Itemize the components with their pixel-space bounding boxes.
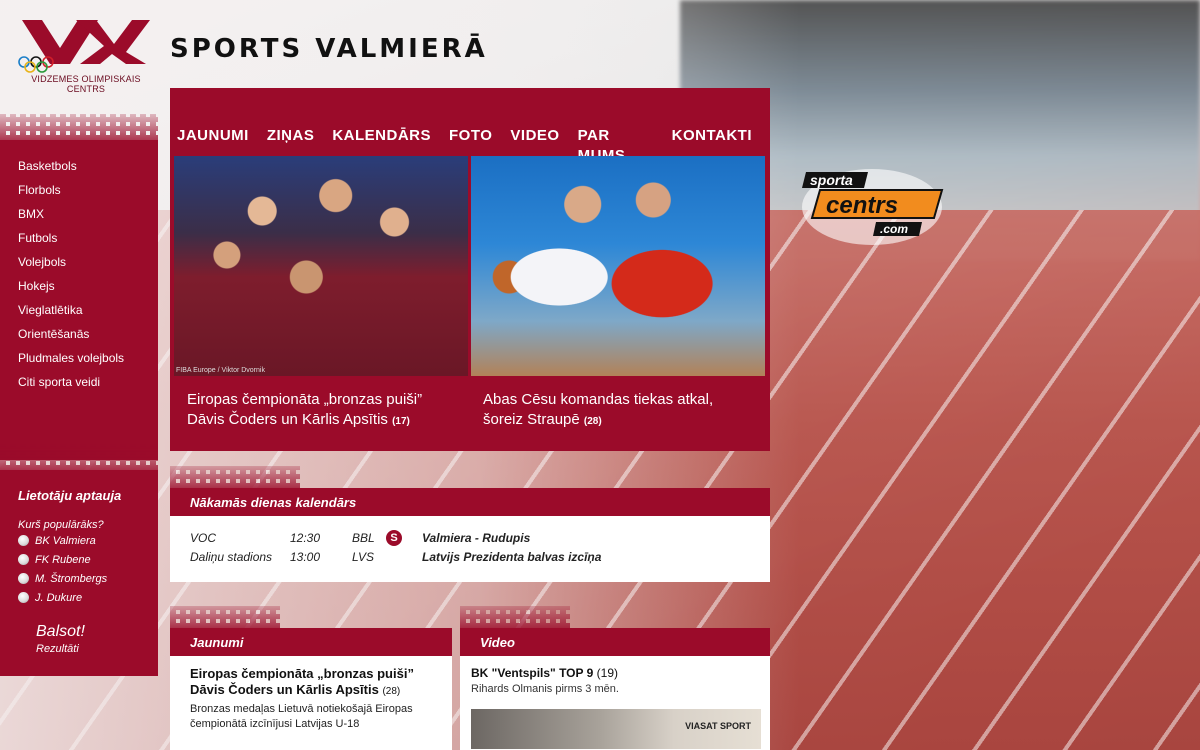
calendar-panel: Nākamās dienas kalendārs VOC 12:30 BBL S… bbox=[170, 466, 770, 582]
sidebar-item-volejbols[interactable]: Volejbols bbox=[0, 250, 158, 274]
comment-count: (28) bbox=[583, 416, 602, 427]
hero-card[interactable]: Abas Cēsu komandas tiekas atkal, šoreiz … bbox=[471, 156, 766, 451]
user-poll: Lietotāju aptauja Kurš populārāks? BK Va… bbox=[0, 444, 158, 676]
partner-logo-icon: sporta centrs .com bbox=[802, 169, 944, 245]
video-body: BK "Ventspils" TOP 9 (19) Rihards Olmani… bbox=[460, 656, 770, 750]
news-panel: Jaunumi Eiropas čempionāta „bronzas puiš… bbox=[170, 606, 452, 750]
pixel-decoration bbox=[0, 114, 158, 140]
results-link[interactable]: Rezultāti bbox=[36, 643, 140, 655]
partner-sub-text: .com bbox=[880, 222, 908, 236]
video-item-title-text: BK "Ventspils" TOP 9 bbox=[471, 666, 594, 680]
poll-option-label: M. Štrombergs bbox=[35, 572, 108, 585]
event-league: BBL bbox=[352, 530, 375, 545]
sport-sidebar: Basketbols Florbols BMX Futbols Volejbol… bbox=[0, 114, 158, 460]
nav-zinas[interactable]: ZIŅAS bbox=[267, 126, 315, 156]
sidebar-item-bmx[interactable]: BMX bbox=[0, 202, 158, 226]
sport-menu: Basketbols Florbols BMX Futbols Volejbol… bbox=[0, 140, 158, 460]
nav-par-mums[interactable]: PAR MUMS bbox=[578, 126, 654, 164]
video-thumbnail[interactable]: VIASAT SPORT bbox=[471, 709, 761, 749]
poll-option[interactable]: J. Dukure bbox=[18, 588, 140, 607]
poll-title: Lietotāju aptauja bbox=[18, 488, 122, 503]
nav-video[interactable]: VIDEO bbox=[510, 126, 559, 156]
main-nav: JAUNUMI ZIŅAS KALENDĀRS FOTO VIDEO PAR M… bbox=[170, 88, 770, 164]
poll-question: Kurš populārāks? bbox=[18, 519, 104, 531]
sidebar-item-florbols[interactable]: Florbols bbox=[0, 178, 158, 202]
poll-option[interactable]: BK Valmiera bbox=[18, 531, 140, 550]
radio-button[interactable] bbox=[18, 592, 29, 603]
sidebar-item-futbols[interactable]: Futbols bbox=[0, 226, 158, 250]
event-place: VOC bbox=[190, 530, 217, 545]
site-title: SPORTS VALMIERĀ bbox=[170, 34, 488, 64]
nav-jaunumi[interactable]: JAUNUMI bbox=[177, 126, 249, 156]
poll-option-label: J. Dukure bbox=[35, 591, 83, 604]
comment-count: (17) bbox=[392, 416, 410, 427]
pixel-decoration bbox=[170, 606, 280, 628]
radio-button[interactable] bbox=[18, 573, 29, 584]
sport-logo-icon: S bbox=[386, 529, 402, 546]
poll-option-label: FK Rubene bbox=[35, 553, 91, 566]
main-block: JAUNUMI ZIŅAS KALENDĀRS FOTO VIDEO PAR M… bbox=[170, 88, 770, 451]
news-item-title[interactable]: Eiropas čempionāta „bronzas puiši” Dāvis… bbox=[190, 666, 432, 700]
event-match[interactable]: Valmiera - Rudupis bbox=[422, 531, 530, 545]
event-league: LVS bbox=[352, 549, 375, 564]
vote-button[interactable]: Balsot! bbox=[36, 623, 140, 641]
nav-kalendars[interactable]: KALENDĀRS bbox=[332, 126, 431, 156]
hero-caption[interactable]: Abas Cēsu komandas tiekas atkal, šoreiz … bbox=[471, 376, 766, 432]
video-item-title[interactable]: BK "Ventspils" TOP 9 (19) bbox=[471, 666, 760, 680]
sidebar-item-hokejs[interactable]: Hokejs bbox=[0, 274, 158, 298]
calendar-row[interactable]: VOC 12:30 BBL S Valmiera - Rudupis bbox=[190, 528, 770, 547]
poll-option-label: BK Valmiera bbox=[35, 534, 96, 547]
event-place: Daliņu stadions bbox=[190, 549, 273, 564]
hero-image[interactable] bbox=[471, 156, 765, 376]
event-time: 12:30 bbox=[290, 530, 321, 545]
radio-button[interactable] bbox=[18, 554, 29, 565]
sidebar-item-citi[interactable]: Citi sporta veidi bbox=[0, 370, 158, 394]
nav-kontakti[interactable]: KONTAKTI bbox=[672, 126, 752, 156]
sidebar-item-vieglatletika[interactable]: Vieglatlētika bbox=[0, 298, 158, 322]
comment-count: (28) bbox=[382, 686, 401, 697]
partner-main-text: centrs bbox=[826, 192, 898, 219]
poll-body: Lietotāju aptauja Kurš populārāks? BK Va… bbox=[0, 470, 158, 676]
calendar-title[interactable]: Nākamās dienas kalendārs bbox=[170, 488, 770, 516]
poll-option[interactable]: M. Štrombergs bbox=[18, 569, 140, 588]
sidebar-item-basketbols[interactable]: Basketbols bbox=[0, 154, 158, 178]
view-count: (19) bbox=[596, 666, 618, 680]
nav-foto[interactable]: FOTO bbox=[449, 126, 492, 156]
news-item-text: Bronzas medaļas Lietuvā notiekošajā Eiro… bbox=[190, 703, 413, 730]
photo-credit: FIBA Europe / Viktor Dvornik bbox=[176, 367, 265, 374]
hero-image[interactable]: FIBA Europe / Viktor Dvornik bbox=[174, 156, 468, 376]
news-body: Eiropas čempionāta „bronzas puiši” Dāvis… bbox=[170, 656, 452, 750]
event-time: 13:00 bbox=[290, 549, 321, 564]
site-logo[interactable]: VIDZEMES OLIMPISKAIS CENTRS bbox=[16, 18, 156, 94]
sidebar-item-pludmales-volejbols[interactable]: Pludmales volejbols bbox=[0, 346, 158, 370]
calendar-body: VOC 12:30 BBL S Valmiera - Rudupis Daliņ… bbox=[170, 516, 770, 582]
news-panel-title[interactable]: Jaunumi bbox=[170, 628, 452, 656]
pixel-decoration bbox=[170, 466, 300, 488]
sportacentrs-logo[interactable]: sporta centrs .com bbox=[800, 166, 945, 248]
event-match[interactable]: Latvijs Prezidenta balvas izcīņa bbox=[422, 550, 601, 564]
voc-logo-icon bbox=[18, 20, 150, 73]
hero-section: FIBA Europe / Viktor Dvornik Eiropas čem… bbox=[170, 156, 770, 451]
pixel-decoration bbox=[0, 444, 158, 470]
pixel-decoration bbox=[460, 606, 570, 628]
video-panel: Video BK "Ventspils" TOP 9 (19) Rihards … bbox=[460, 606, 770, 750]
hero-caption[interactable]: Eiropas čempionāta „bronzas puiši” Dāvis… bbox=[174, 376, 469, 432]
channel-logo: VIASAT SPORT bbox=[685, 721, 751, 731]
calendar-row[interactable]: Daliņu stadions 13:00 LVS Latvijs Prezid… bbox=[190, 547, 770, 566]
poll-option[interactable]: FK Rubene bbox=[18, 550, 140, 569]
video-item-meta: Rihards Olmanis pirms 3 mēn. bbox=[471, 683, 619, 695]
event-icon-cell bbox=[386, 547, 422, 566]
logo-subtitle: VIDZEMES OLIMPISKAIS CENTRS bbox=[31, 74, 141, 94]
radio-button[interactable] bbox=[18, 535, 29, 546]
hero-card[interactable]: FIBA Europe / Viktor Dvornik Eiropas čem… bbox=[174, 156, 469, 451]
event-icon-cell: S bbox=[386, 528, 422, 547]
partner-top-text: sporta bbox=[810, 172, 853, 188]
sidebar-item-orientesanas[interactable]: Orientēšanās bbox=[0, 322, 158, 346]
video-panel-title[interactable]: Video bbox=[460, 628, 770, 656]
hero-caption-text: Eiropas čempionāta „bronzas puiši” Dāvis… bbox=[187, 391, 423, 428]
news-item-title-text: Eiropas čempionāta „bronzas puiši” Dāvis… bbox=[190, 666, 414, 697]
